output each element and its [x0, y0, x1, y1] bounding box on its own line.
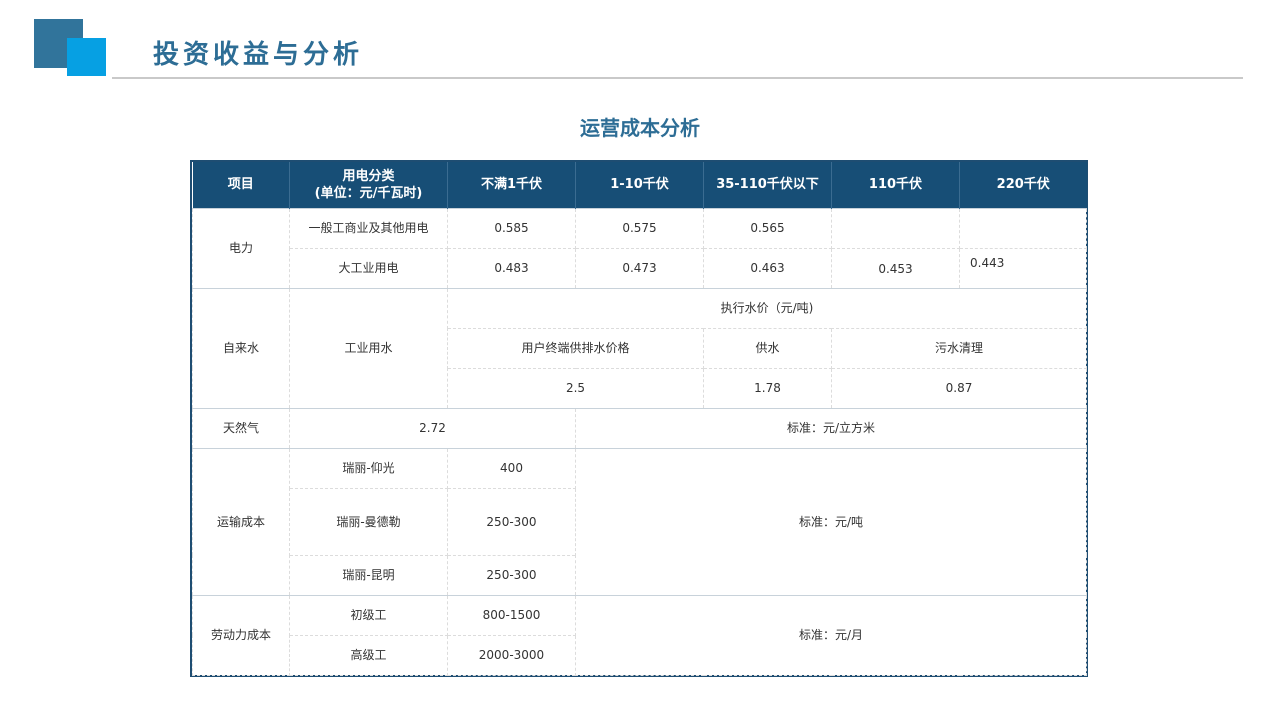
electricity-general-v4	[831, 207, 960, 249]
gas-unit: 标准：元/立方米	[575, 407, 1087, 449]
transport-route: 瑞丽-仰光	[289, 447, 448, 489]
transport-cost: 400	[447, 447, 576, 489]
electricity-industrial-v3: 0.463	[703, 247, 832, 289]
header-item: 项目	[192, 162, 290, 208]
page-title: 投资收益与分析	[153, 40, 364, 70]
cost-table-frame: 项目 用电分类 (单位：元/千瓦时) 不满1千伏 1-10千伏 35-110千伏以…	[190, 160, 1088, 677]
table-row: 自来水 工业用水 执行水价（元/吨)	[192, 287, 1087, 409]
table-header-row: 项目 用电分类 (单位：元/千瓦时) 不满1千伏 1-10千伏 35-110千伏以…	[192, 162, 1087, 208]
labor-label: 劳动力成本	[192, 594, 290, 676]
electricity-industrial-v5: 0.443	[959, 247, 1087, 289]
header-110kv: 110千伏	[831, 162, 960, 208]
water-value-sewage: 0.87	[831, 367, 1087, 409]
transport-route: 瑞丽-曼德勒	[289, 487, 448, 556]
table-row: 电力 一般工商业及其他用电 0.585 0.575 0.565	[192, 207, 1087, 289]
table-title: 运营成本分析	[580, 116, 700, 140]
table-row: 天然气 2.72 标准：元/立方米	[192, 407, 1087, 449]
table-row: 运输成本 瑞丽-仰光 400 标准：元/吨	[192, 447, 1087, 596]
header-category: 用电分类 (单位：元/千瓦时)	[289, 162, 448, 208]
transport-cost: 250-300	[447, 554, 576, 596]
labor-grade: 高级工	[289, 634, 448, 676]
header-35-110kv: 35-110千伏以下	[703, 162, 832, 208]
table-row: 大工业用电 0.483 0.473 0.463 0.453 0.443	[193, 247, 1087, 289]
electricity-general-v5	[959, 207, 1087, 249]
transport-label: 运输成本	[192, 447, 290, 596]
electricity-general-v3: 0.565	[703, 207, 832, 249]
water-type: 工业用水	[289, 287, 448, 409]
labor-unit: 标准：元/月	[575, 594, 1087, 676]
electricity-type-general: 一般工商业及其他用电	[289, 207, 448, 249]
water-value-supply: 1.78	[703, 367, 832, 409]
header-decor-square-light	[67, 38, 106, 76]
electricity-industrial-v2: 0.473	[575, 247, 704, 289]
water-header-sewage: 污水清理	[831, 327, 1087, 369]
water-value-terminal: 2.5	[447, 367, 704, 409]
transport-route: 瑞丽-昆明	[289, 554, 448, 596]
water-price-header: 执行水价（元/吨)	[447, 287, 1087, 329]
gas-value: 2.72	[289, 407, 576, 449]
electricity-industrial-v1: 0.483	[447, 247, 576, 289]
labor-cost: 2000-3000	[447, 634, 576, 676]
operating-cost-table: 项目 用电分类 (单位：元/千瓦时) 不满1千伏 1-10千伏 35-110千伏以…	[192, 162, 1087, 676]
water-label: 自来水	[192, 287, 290, 409]
header-category-unit: (单位：元/千瓦时)	[314, 185, 423, 201]
water-header-supply: 供水	[703, 327, 832, 369]
electricity-type-industrial: 大工业用电	[289, 247, 448, 289]
electricity-general-v1: 0.585	[447, 207, 576, 249]
transport-cost: 250-300	[447, 487, 576, 556]
gas-label: 天然气	[192, 407, 290, 449]
labor-grade: 初级工	[289, 594, 448, 636]
labor-cost: 800-1500	[447, 594, 576, 636]
electricity-general-v2: 0.575	[575, 207, 704, 249]
table-row: 劳动力成本 初级工 800-1500 标准：元/月	[192, 594, 1087, 676]
electricity-industrial-v4: 0.453	[831, 247, 960, 289]
transport-unit: 标准：元/吨	[575, 447, 1087, 596]
header-1-10kv: 1-10千伏	[575, 162, 704, 208]
title-divider	[112, 77, 1243, 79]
header-below-1kv: 不满1千伏	[447, 162, 576, 208]
header-220kv: 220千伏	[959, 162, 1087, 208]
water-header-terminal: 用户终端供排水价格	[447, 327, 704, 369]
electricity-label: 电力	[192, 207, 290, 289]
header-category-label: 用电分类	[342, 168, 395, 184]
